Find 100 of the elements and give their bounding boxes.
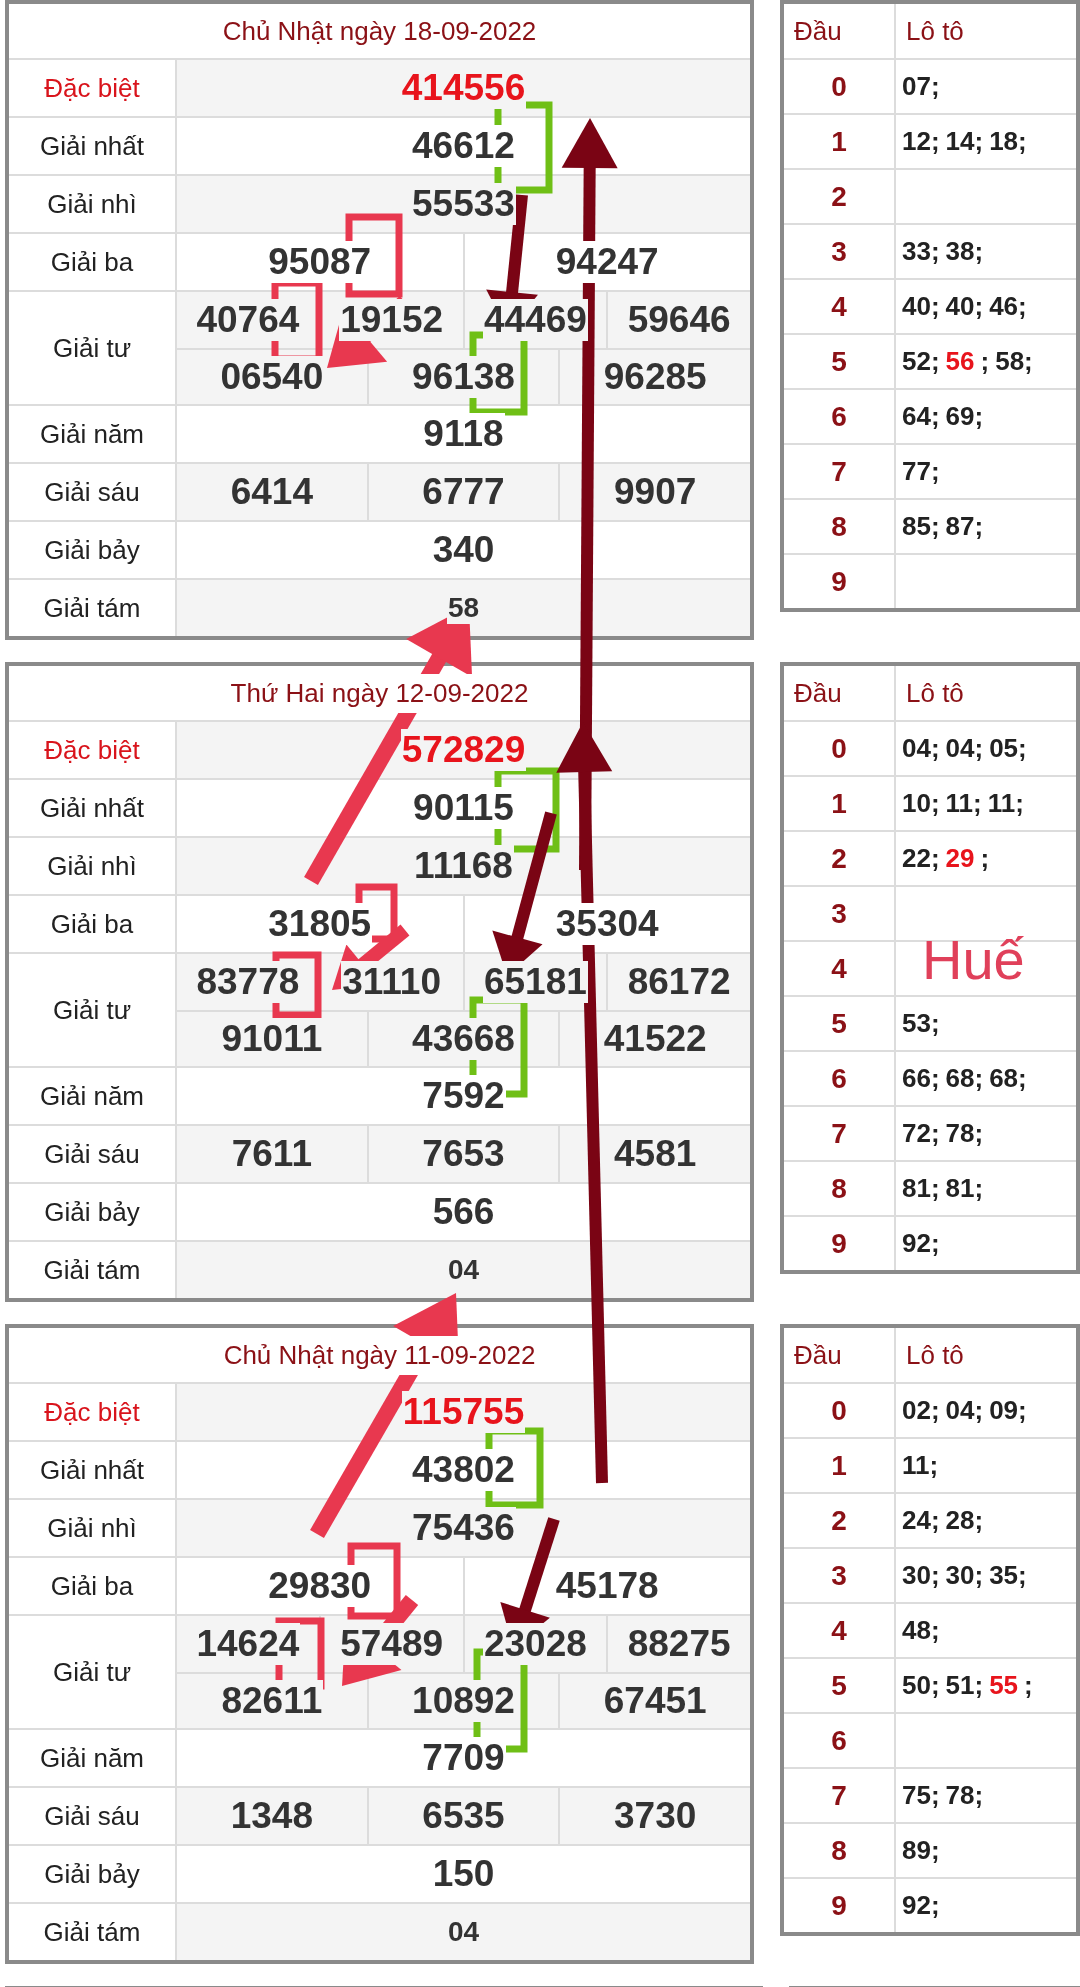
prize-label: Giải tư xyxy=(52,1655,132,1689)
head-digit: 6 xyxy=(831,1723,847,1758)
loto-number: 40; xyxy=(902,290,941,323)
prize-number: 31805 xyxy=(267,902,373,946)
head-digit: 0 xyxy=(831,69,847,104)
head-digit: 7 xyxy=(831,454,847,489)
prize-label: Giải nhất xyxy=(39,1453,145,1487)
prize-label: Giải sáu xyxy=(44,1137,140,1171)
loto-number: 92; xyxy=(902,1227,941,1260)
loto-number: ; xyxy=(980,842,991,875)
loto-number: 11; xyxy=(987,787,1025,820)
prize-number: 10892 xyxy=(411,1679,516,1723)
head-digit: 2 xyxy=(831,841,847,876)
loto-number: 87; xyxy=(945,510,985,543)
prize-label: Đặc biệt xyxy=(44,1395,140,1429)
head-digit: 6 xyxy=(831,399,847,434)
loto-number: 58; xyxy=(995,345,1034,378)
column-header: Lô tô xyxy=(906,676,964,710)
prize-label: Giải sáu xyxy=(44,475,140,509)
column-header: Đầu xyxy=(794,1338,842,1372)
prize-number: 94247 xyxy=(554,240,660,284)
head-digit: 3 xyxy=(831,1558,847,1593)
prize-label: Giải tư xyxy=(52,993,132,1027)
head-digit: 8 xyxy=(831,1171,847,1206)
prize-number: 43802 xyxy=(411,1448,516,1492)
head-digit: 2 xyxy=(831,179,847,214)
head-digit: 4 xyxy=(831,1613,847,1648)
loto-number: 10; xyxy=(902,787,941,820)
head-digit: 3 xyxy=(831,234,847,269)
prize-label: Giải ba xyxy=(50,907,134,941)
prize-number: 19152 xyxy=(339,298,445,342)
loto-number: 81; xyxy=(902,1172,941,1205)
loto-number: 11; xyxy=(902,1449,940,1482)
prize-number: 23028 xyxy=(482,1622,588,1666)
loto-number: 89; xyxy=(902,1834,941,1867)
loto-number: 55 xyxy=(989,1669,1020,1702)
loto-number: 22; xyxy=(902,842,941,875)
head-digit: 5 xyxy=(831,1006,847,1041)
loto-number: 04; xyxy=(902,732,941,765)
prize-label: Giải nhất xyxy=(39,791,145,825)
loto-number: 78; xyxy=(945,1117,985,1150)
prize-number: 55533 xyxy=(411,182,516,226)
prize-number: 43668 xyxy=(411,1017,516,1061)
loto-number: 38; xyxy=(945,235,985,268)
loto-number: 18; xyxy=(989,125,1028,158)
loto-number: 68; xyxy=(945,1062,985,1095)
head-digit: 5 xyxy=(831,1668,847,1703)
draw-date-title: Thứ Hai ngày 12-09-2022 xyxy=(230,673,529,713)
loto-number: 92; xyxy=(902,1889,941,1922)
loto-number: 24; xyxy=(902,1504,941,1537)
loto-number: 09; xyxy=(989,1394,1028,1427)
loto-number: 29 xyxy=(945,842,976,875)
loto-number: 35; xyxy=(989,1559,1028,1592)
loto-number: 33; xyxy=(902,235,941,268)
prize-number: 46612 xyxy=(411,124,516,168)
loto-number: 30; xyxy=(902,1559,941,1592)
head-digit: 8 xyxy=(831,1833,847,1868)
loto-number: 04; xyxy=(945,732,985,765)
prize-label: Giải tám xyxy=(43,591,141,625)
prize-number: 44469 xyxy=(482,298,588,342)
loto-number: 12; xyxy=(902,125,941,158)
loto-number: 40; xyxy=(945,290,985,323)
prize-label: Giải nhì xyxy=(47,187,137,221)
prize-label: Giải năm xyxy=(39,417,144,451)
loto-number: 85; xyxy=(902,510,941,543)
loto-number: 52; xyxy=(902,345,941,378)
head-digit: 6 xyxy=(831,1061,847,1096)
loto-number: 51; xyxy=(945,1669,985,1702)
loto-number: 05; xyxy=(989,732,1028,765)
prize-label: Giải ba xyxy=(50,245,134,279)
column-header: Đầu xyxy=(794,676,842,710)
prize-label: Giải tám xyxy=(43,1915,141,1949)
prize-number: 115755 xyxy=(401,1390,526,1434)
column-header: Lô tô xyxy=(906,1338,964,1372)
loto-number: 30; xyxy=(945,1559,985,1592)
prize-label: Giải bảy xyxy=(44,1195,140,1229)
loto-number: 11; xyxy=(945,787,983,820)
prize-number: 65181 xyxy=(482,960,588,1004)
loto-number: 46; xyxy=(989,290,1028,323)
loto-number: 02; xyxy=(902,1394,941,1427)
prize-label: Giải bảy xyxy=(44,1857,140,1891)
head-digit: 5 xyxy=(831,344,847,379)
loto-number: ; xyxy=(1024,1669,1034,1702)
loto-number: 72; xyxy=(902,1117,941,1150)
prize-label: Giải nhì xyxy=(47,1511,137,1545)
overlay-label: Huế xyxy=(922,927,1025,993)
loto-number: 81; xyxy=(945,1172,985,1205)
prize-number: 40764 xyxy=(195,298,301,342)
loto-number: 66; xyxy=(902,1062,941,1095)
column-header: Đầu xyxy=(794,14,842,48)
prize-label: Giải năm xyxy=(39,1079,144,1113)
head-digit: 0 xyxy=(831,731,847,766)
head-digit: 7 xyxy=(831,1116,847,1151)
head-digit: 8 xyxy=(831,509,847,544)
loto-number: 07; xyxy=(902,70,941,103)
head-digit: 0 xyxy=(831,1393,847,1428)
loto-number: 04; xyxy=(945,1394,985,1427)
head-digit: 1 xyxy=(831,786,847,821)
head-digit: 9 xyxy=(831,1226,847,1261)
prize-number: 95087 xyxy=(267,240,373,284)
